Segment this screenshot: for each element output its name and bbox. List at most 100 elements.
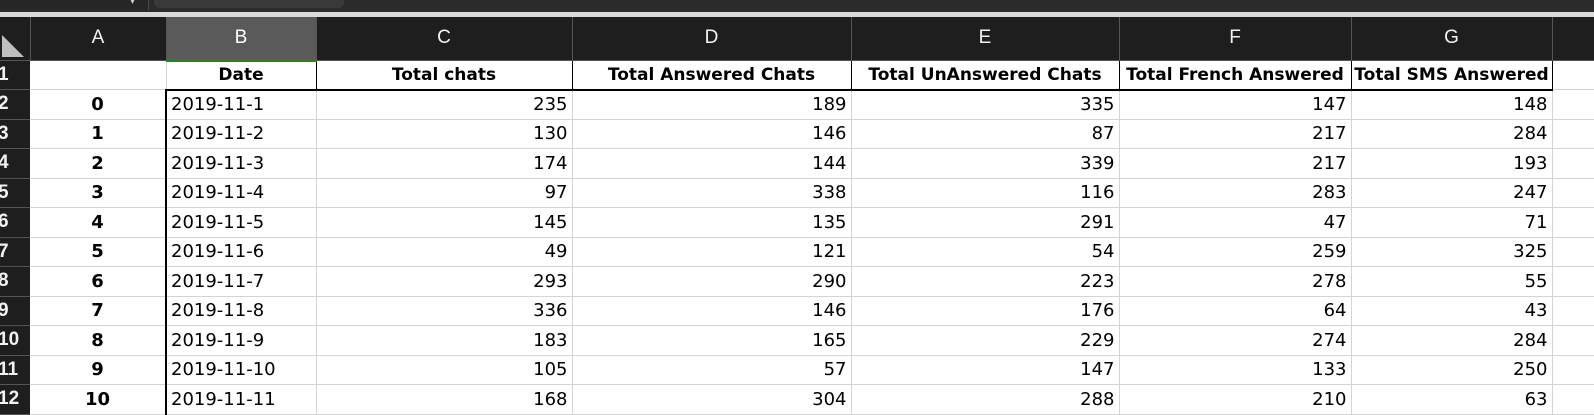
empty-cell[interactable] (1552, 355, 1594, 385)
total-sms-cell[interactable]: 325 (1351, 237, 1553, 267)
column-header-a[interactable]: A (30, 17, 167, 61)
empty-cell[interactable] (1552, 119, 1594, 149)
row-header[interactable]: 4 (0, 148, 30, 179)
empty-cell[interactable] (1552, 178, 1594, 208)
total-french-cell[interactable]: 64 (1119, 296, 1352, 326)
total-unanswered-cell[interactable]: 288 (851, 384, 1120, 415)
date-cell[interactable]: 2019-11-3 (166, 148, 317, 179)
formula-input[interactable] (154, 0, 344, 8)
column-header-b[interactable]: B (166, 17, 317, 62)
total-sms-cell[interactable]: 284 (1351, 325, 1553, 356)
total-french-cell[interactable]: 47 (1119, 207, 1352, 238)
select-all-corner[interactable] (0, 17, 31, 61)
total-unanswered-cell[interactable]: 339 (851, 148, 1120, 179)
total-answered-cell[interactable]: 146 (572, 296, 852, 326)
total-unanswered-cell[interactable]: 116 (851, 178, 1120, 208)
index-cell[interactable]: 6 (30, 266, 167, 297)
date-cell[interactable]: 2019-11-7 (166, 266, 317, 297)
total-sms-cell[interactable]: 250 (1351, 355, 1553, 385)
total-answered-cell[interactable]: 338 (572, 178, 852, 208)
total-chats-cell[interactable]: 130 (316, 119, 573, 149)
total-answered-cell[interactable]: 189 (572, 89, 852, 120)
row-header[interactable]: 12 (0, 384, 30, 415)
total-unanswered-cell[interactable]: 147 (851, 355, 1120, 385)
total-sms-cell[interactable]: 284 (1351, 119, 1553, 149)
index-cell[interactable]: 0 (30, 89, 167, 120)
empty-cell[interactable] (1552, 89, 1594, 120)
header-cell-date[interactable]: Date (165, 60, 317, 91)
column-header-d[interactable]: D (572, 17, 852, 61)
total-chats-cell[interactable]: 168 (316, 384, 573, 415)
row-header[interactable]: 6 (0, 207, 30, 238)
row-header[interactable]: 5 (0, 178, 30, 208)
total-french-cell[interactable]: 274 (1119, 325, 1352, 356)
date-cell[interactable]: 2019-11-8 (166, 296, 317, 326)
row-header[interactable]: 3 (0, 119, 30, 149)
index-cell[interactable]: 9 (30, 355, 167, 385)
total-sms-cell[interactable]: 148 (1351, 89, 1553, 120)
index-cell[interactable]: 10 (30, 384, 167, 415)
total-french-cell[interactable]: 278 (1119, 266, 1352, 297)
empty-cell[interactable] (1552, 325, 1594, 356)
total-chats-cell[interactable]: 145 (316, 207, 573, 238)
total-french-cell[interactable]: 217 (1119, 148, 1352, 179)
empty-cell[interactable] (1552, 296, 1594, 326)
index-cell[interactable]: 8 (30, 325, 167, 356)
row-header[interactable]: 9 (0, 296, 30, 326)
row-header[interactable]: 11 (0, 355, 30, 385)
column-header-g[interactable]: G (1351, 17, 1553, 61)
total-french-cell[interactable]: 259 (1119, 237, 1352, 267)
date-cell[interactable]: 2019-11-6 (166, 237, 317, 267)
row-header[interactable]: 2 (0, 89, 30, 120)
column-header-f[interactable]: F (1119, 17, 1352, 61)
total-sms-cell[interactable]: 71 (1351, 207, 1553, 238)
index-cell[interactable]: 4 (30, 207, 167, 238)
total-answered-cell[interactable]: 121 (572, 237, 852, 267)
header-cell-total-unanswered[interactable]: Total UnAnswered Chats (851, 60, 1120, 91)
total-french-cell[interactable]: 210 (1119, 384, 1352, 415)
total-french-cell[interactable]: 133 (1119, 355, 1352, 385)
header-cell-total-answered[interactable]: Total Answered Chats (572, 60, 852, 91)
cell-h1[interactable] (1552, 60, 1594, 90)
date-cell[interactable]: 2019-11-5 (166, 207, 317, 238)
date-cell[interactable]: 2019-11-9 (166, 325, 317, 356)
total-answered-cell[interactable]: 57 (572, 355, 852, 385)
total-sms-cell[interactable]: 63 (1351, 384, 1553, 415)
cell-a1[interactable] (30, 60, 167, 90)
total-sms-cell[interactable]: 247 (1351, 178, 1553, 208)
total-unanswered-cell[interactable]: 335 (851, 89, 1120, 120)
column-header-h[interactable] (1552, 17, 1594, 61)
empty-cell[interactable] (1552, 266, 1594, 297)
total-sms-cell[interactable]: 43 (1351, 296, 1553, 326)
index-cell[interactable]: 3 (30, 178, 167, 208)
index-cell[interactable]: 5 (30, 237, 167, 267)
column-header-c[interactable]: C (316, 17, 573, 61)
date-cell[interactable]: 2019-11-11 (166, 384, 317, 415)
total-chats-cell[interactable]: 174 (316, 148, 573, 179)
total-unanswered-cell[interactable]: 291 (851, 207, 1120, 238)
column-header-e[interactable]: E (851, 17, 1120, 61)
total-answered-cell[interactable]: 144 (572, 148, 852, 179)
row-header[interactable]: 10 (0, 325, 30, 356)
total-unanswered-cell[interactable]: 223 (851, 266, 1120, 297)
empty-cell[interactable] (1552, 148, 1594, 179)
total-sms-cell[interactable]: 193 (1351, 148, 1553, 179)
date-cell[interactable]: 2019-11-4 (166, 178, 317, 208)
total-french-cell[interactable]: 217 (1119, 119, 1352, 149)
header-cell-total-sms[interactable]: Total SMS Answered (1351, 60, 1553, 91)
row-header[interactable]: 1 (0, 60, 30, 90)
index-cell[interactable]: 2 (30, 148, 167, 179)
total-chats-cell[interactable]: 336 (316, 296, 573, 326)
total-chats-cell[interactable]: 49 (316, 237, 573, 267)
total-chats-cell[interactable]: 97 (316, 178, 573, 208)
row-header[interactable]: 8 (0, 266, 30, 297)
total-french-cell[interactable]: 147 (1119, 89, 1352, 120)
total-chats-cell[interactable]: 293 (316, 266, 573, 297)
select-all-icon[interactable] (2, 34, 24, 57)
date-cell[interactable]: 2019-11-10 (166, 355, 317, 385)
index-cell[interactable]: 1 (30, 119, 167, 149)
total-answered-cell[interactable]: 304 (572, 384, 852, 415)
name-box[interactable]: ▾ (0, 0, 149, 10)
total-unanswered-cell[interactable]: 176 (851, 296, 1120, 326)
total-french-cell[interactable]: 283 (1119, 178, 1352, 208)
